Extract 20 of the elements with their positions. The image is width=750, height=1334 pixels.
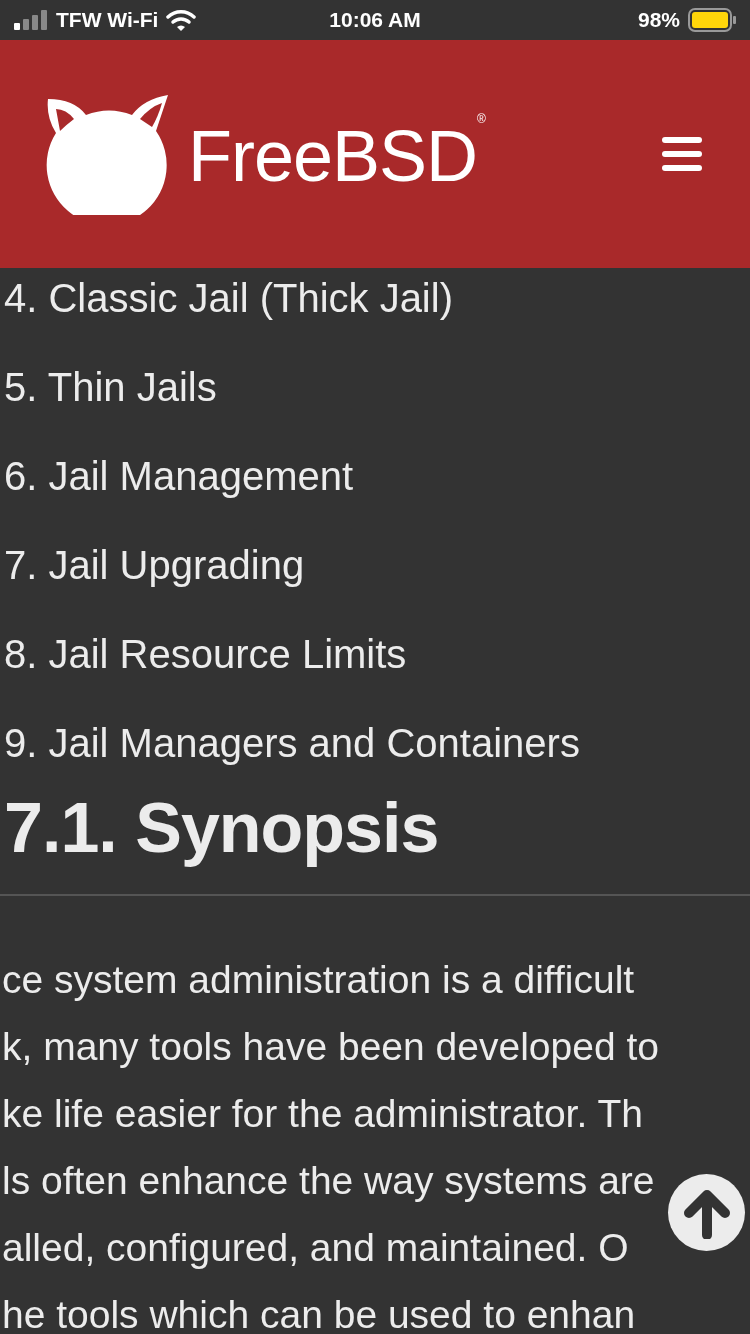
- battery-percent: 98%: [637, 8, 680, 32]
- paragraph-line: alled, configured, and maintained. O: [1, 1225, 629, 1271]
- toc-link[interactable]: 4. Classic Jail (Thick Jail): [0, 254, 750, 343]
- toc-link[interactable]: 5. Thin Jails: [0, 343, 750, 432]
- paragraph-line: he tools which can be used to enhan: [1, 1292, 636, 1334]
- paragraph-line: ls often enhance the way systems are: [1, 1158, 655, 1204]
- wifi-icon: [166, 9, 197, 31]
- signal-icon: [14, 10, 48, 30]
- carrier-name: TFW Wi-Fi: [56, 8, 159, 32]
- clock-time: 10:06 AM: [329, 8, 421, 32]
- paragraph-line: ce system administration is a difficult: [1, 957, 635, 1003]
- paragraph-line: ke life easier for the administrator. Th: [1, 1091, 643, 1137]
- logo-text[interactable]: FreeBSD$^{®}$: [188, 108, 485, 200]
- toc-link[interactable]: 8. Jail Resource Limits: [0, 610, 750, 699]
- toc-link[interactable]: 6. Jail Management: [0, 432, 750, 521]
- battery-icon: [688, 8, 736, 32]
- toc-link[interactable]: 9. Jail Managers and Containers: [0, 699, 750, 788]
- section-heading: 7.1. Synopsis: [3, 788, 440, 869]
- paragraph-line: k, many tools have been developed to: [1, 1024, 659, 1070]
- toc-link[interactable]: 7. Jail Upgrading: [0, 521, 750, 610]
